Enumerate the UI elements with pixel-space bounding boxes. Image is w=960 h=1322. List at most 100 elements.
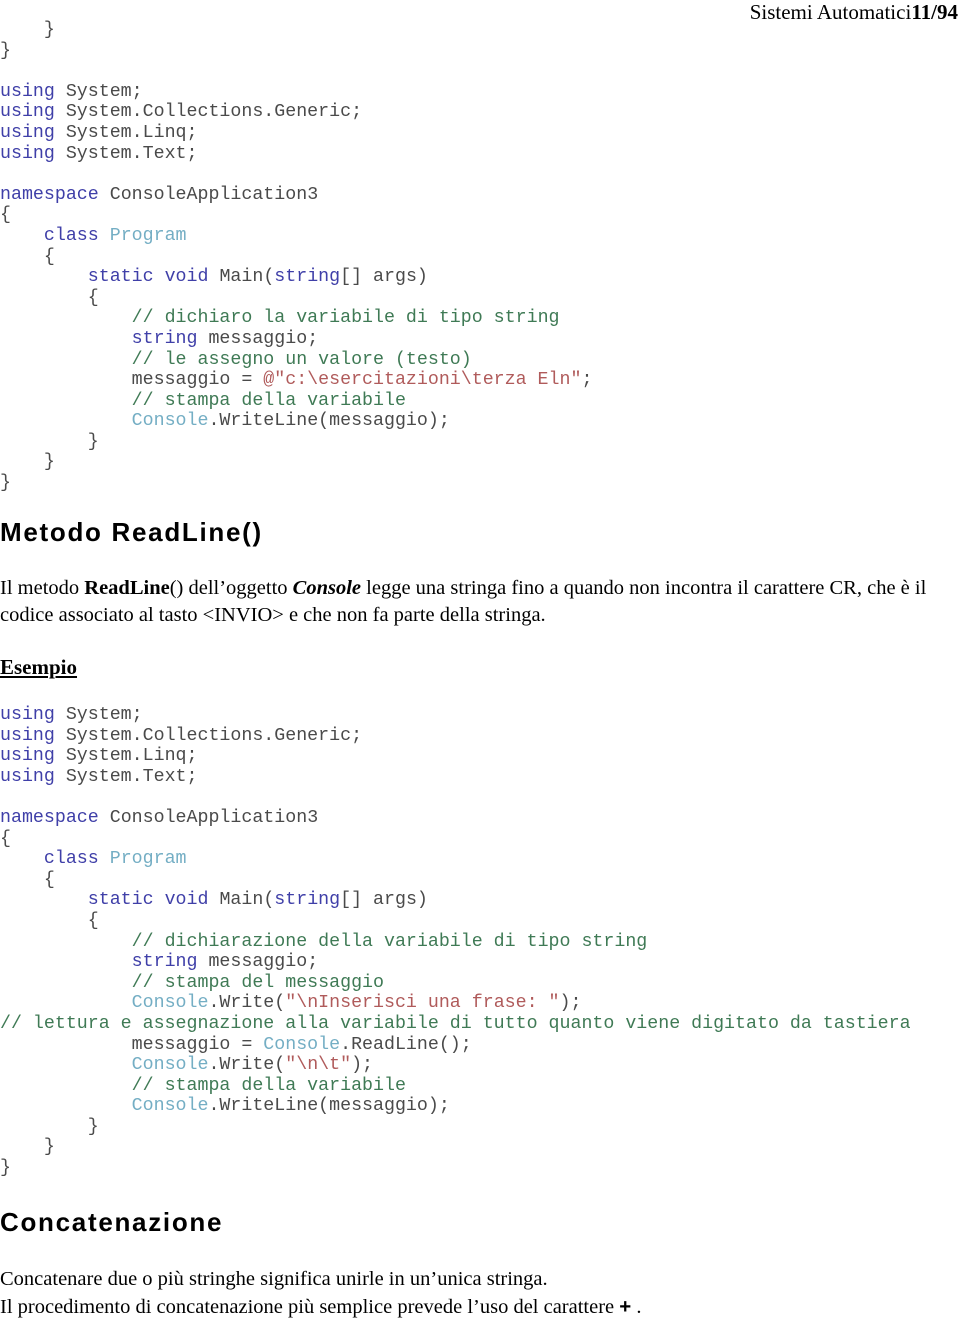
code-block-bottom: using System; using System.Collections.Ge… <box>0 705 911 1179</box>
paragraph-readline-description: Il metodo ReadLine() dell’oggetto Consol… <box>0 575 958 629</box>
code-token-brc: } <box>0 1116 99 1137</box>
code-token-brc: { <box>0 828 11 849</box>
code-token-kw: static <box>87 890 154 911</box>
heading-metodo-readline: Metodo ReadLine() <box>0 517 263 547</box>
code-token-pln: [] args) <box>340 890 428 911</box>
code-token-pln: .Write( <box>208 993 286 1014</box>
code-line: // le assegno un valore (testo) <box>0 350 592 371</box>
code-token-pln: messaggio = <box>0 370 264 391</box>
header-page-number: 11/94 <box>911 0 958 24</box>
code-line: } <box>0 1117 911 1138</box>
code-token-pln <box>0 890 88 910</box>
code-token-pln: System.Linq; <box>54 746 198 767</box>
code-line: { <box>0 829 911 850</box>
running-header: Sistemi Automatici11/94 <box>750 0 958 24</box>
paragraph-bold-term: ReadLine <box>84 577 170 599</box>
code-token-brc: { <box>0 205 11 226</box>
code-token-pln: System.Text; <box>54 143 198 164</box>
code-line: using System.Linq; <box>0 123 592 144</box>
code-line: { <box>0 288 592 309</box>
code-token-kw: using <box>0 766 55 787</box>
code-line: string messaggio; <box>0 952 911 973</box>
code-token-pln: messaggio = <box>0 1034 264 1055</box>
code-token-pln: messaggio; <box>197 328 319 349</box>
code-line: } <box>0 432 592 453</box>
code-token-kw: string <box>131 328 198 349</box>
code-token-pln: [] args) <box>340 267 428 288</box>
paragraph-text: Il procedimento di concatenazione più se… <box>0 1296 620 1318</box>
code-token-typ: Program <box>109 225 187 246</box>
code-token-kw: using <box>0 102 55 123</box>
code-token-pln <box>0 932 132 952</box>
code-token-pln <box>0 411 132 431</box>
code-token-typ: Console <box>131 993 209 1014</box>
code-token-kw: using <box>0 705 55 725</box>
code-token-pln <box>0 1096 132 1116</box>
code-line: using System.Collections.Generic; <box>0 726 911 747</box>
code-token-str: @"c:\esercitazioni\terza Eln" <box>263 370 582 391</box>
code-token-kw: namespace <box>0 184 99 205</box>
code-line: namespace ConsoleApplication3 <box>0 808 911 829</box>
paragraph-bolditalic-term: Console <box>292 577 362 599</box>
code-line: Console.WriteLine(messaggio); <box>0 1096 911 1117</box>
code-token-kw: string <box>131 952 198 973</box>
document-page: Sistemi Automatici11/94 }} using System;… <box>0 0 960 1322</box>
code-line: using System; <box>0 82 592 103</box>
code-line: { <box>0 205 592 226</box>
code-token-typ: Console <box>131 1055 209 1076</box>
code-token-kw: class <box>43 225 99 246</box>
code-line: using System.Linq; <box>0 746 911 767</box>
code-line: using System.Text; <box>0 144 592 165</box>
code-token-cmt: // dichiarazione della variabile di tipo… <box>131 931 648 952</box>
code-token-pln <box>99 226 110 246</box>
code-token-kw: string <box>274 267 341 288</box>
code-token-pln <box>0 226 44 246</box>
code-token-brc: } <box>0 1158 11 1179</box>
code-token-cmt: // stampa del messaggio <box>131 972 384 993</box>
code-token-brc: { <box>0 910 99 931</box>
paragraph-text: Il metodo <box>0 577 85 599</box>
code-token-brc: } <box>0 1137 55 1158</box>
heading-concatenazione: Concatenazione <box>0 1207 224 1237</box>
code-token-pln <box>0 329 132 349</box>
code-token-str: "\nInserisci una frase: " <box>285 993 560 1014</box>
code-token-str: "\n\t" <box>285 1055 352 1076</box>
paragraph-text: () dell’oggetto <box>169 577 293 599</box>
code-token-pln: .ReadLine(); <box>340 1034 472 1055</box>
code-line: namespace ConsoleApplication3 <box>0 185 592 206</box>
code-token-kw: string <box>274 890 341 911</box>
code-token-pln: ConsoleApplication3 <box>98 184 319 205</box>
code-line: class Program <box>0 226 592 247</box>
code-line: { <box>0 247 592 268</box>
code-line: // dichiaro la variabile di tipo string <box>0 308 592 329</box>
code-token-kw: using <box>0 725 55 746</box>
code-token-pln <box>0 973 132 993</box>
code-token-kw: void <box>164 890 209 911</box>
code-line: // stampa del messaggio <box>0 973 911 994</box>
code-line: using System.Text; <box>0 767 911 788</box>
code-token-typ: Console <box>131 1096 209 1117</box>
code-token-pln <box>0 267 88 287</box>
code-token-cmt: // lettura e assegnazione alla variabile… <box>0 1013 911 1034</box>
code-token-pln <box>154 267 165 287</box>
code-line: static void Main(string[] args) <box>0 890 911 911</box>
code-line: } <box>0 41 592 62</box>
code-line: messaggio = Console.ReadLine(); <box>0 1035 911 1056</box>
code-line: } <box>0 452 592 473</box>
code-token-cmt: // stampa della variabile <box>131 390 406 411</box>
code-token-kw: namespace <box>0 807 99 828</box>
code-token-brc: } <box>0 473 11 494</box>
code-token-pln <box>99 849 110 869</box>
code-token-pln: ; <box>581 370 593 391</box>
code-token-kw: class <box>43 849 99 870</box>
code-line: Console.WriteLine(messaggio); <box>0 411 592 432</box>
code-token-pln: .WriteLine(messaggio); <box>208 411 450 432</box>
code-token-typ: Program <box>109 849 187 870</box>
code-token-pln: ); <box>559 993 582 1014</box>
code-token-pln: System.Collections.Generic; <box>54 725 363 746</box>
code-line: Console.Write("\n\t"); <box>0 1055 911 1076</box>
code-token-typ: Console <box>263 1034 341 1055</box>
code-token-pln <box>0 993 132 1013</box>
code-token-pln: System; <box>54 705 143 725</box>
